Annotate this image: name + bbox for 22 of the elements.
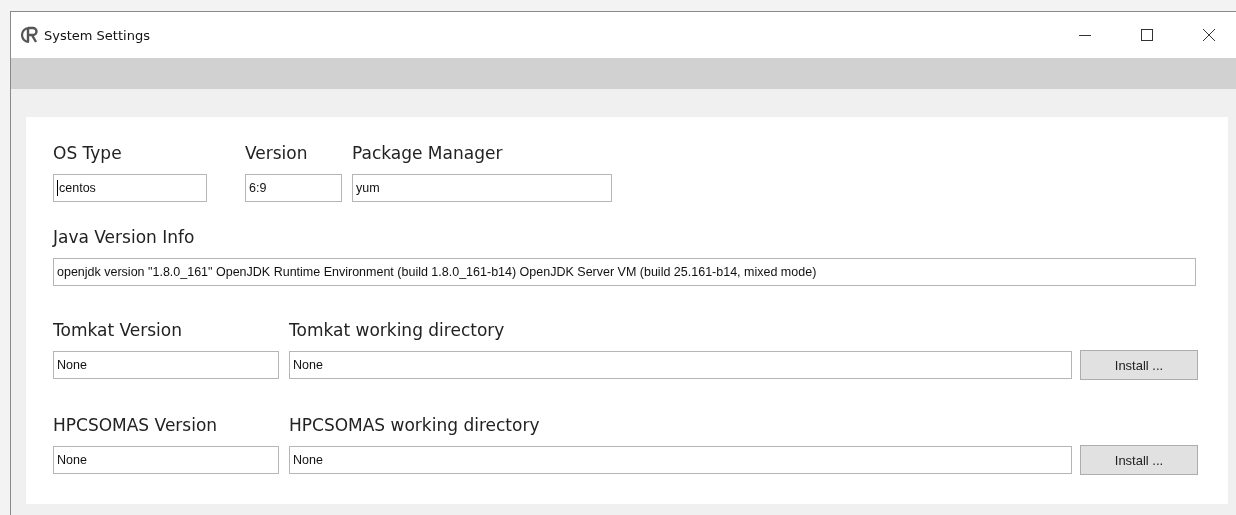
field-label: Tomkat Version <box>53 319 183 342</box>
input-field[interactable]: None <box>53 446 279 474</box>
field-label: HPCSOMAS working directory <box>289 414 541 437</box>
input-field[interactable]: 6:9 <box>245 174 342 202</box>
field-label: Tomkat working directory <box>289 319 506 342</box>
input-field[interactable]: None <box>53 351 279 379</box>
field-label: HPCSOMAS Version <box>53 414 219 437</box>
input-field[interactable]: openjdk version "1.8.0_161" OpenJDK Runtime Environment (build 1.8.0_161-b14) OpenJDK Server VM (build 25.161-b14, mixed mode) <box>53 258 1196 286</box>
install-button[interactable]: Install ... <box>1080 350 1198 380</box>
app-logo-icon <box>21 26 39 44</box>
field-label: Package Manager <box>352 142 504 165</box>
input-field[interactable]: yum <box>352 174 612 202</box>
maximize-icon[interactable] <box>1140 28 1154 42</box>
field-label: Java Version Info <box>53 226 196 249</box>
input-field[interactable]: centos <box>53 174 207 202</box>
field-label: OS Type <box>53 142 123 165</box>
field-label: Version <box>245 142 309 165</box>
input-field[interactable]: None <box>289 446 1072 474</box>
window-title: System Settings <box>44 27 150 43</box>
input-field[interactable]: None <box>289 351 1072 379</box>
close-icon[interactable] <box>1202 28 1216 42</box>
install-button[interactable]: Install ... <box>1080 445 1198 475</box>
